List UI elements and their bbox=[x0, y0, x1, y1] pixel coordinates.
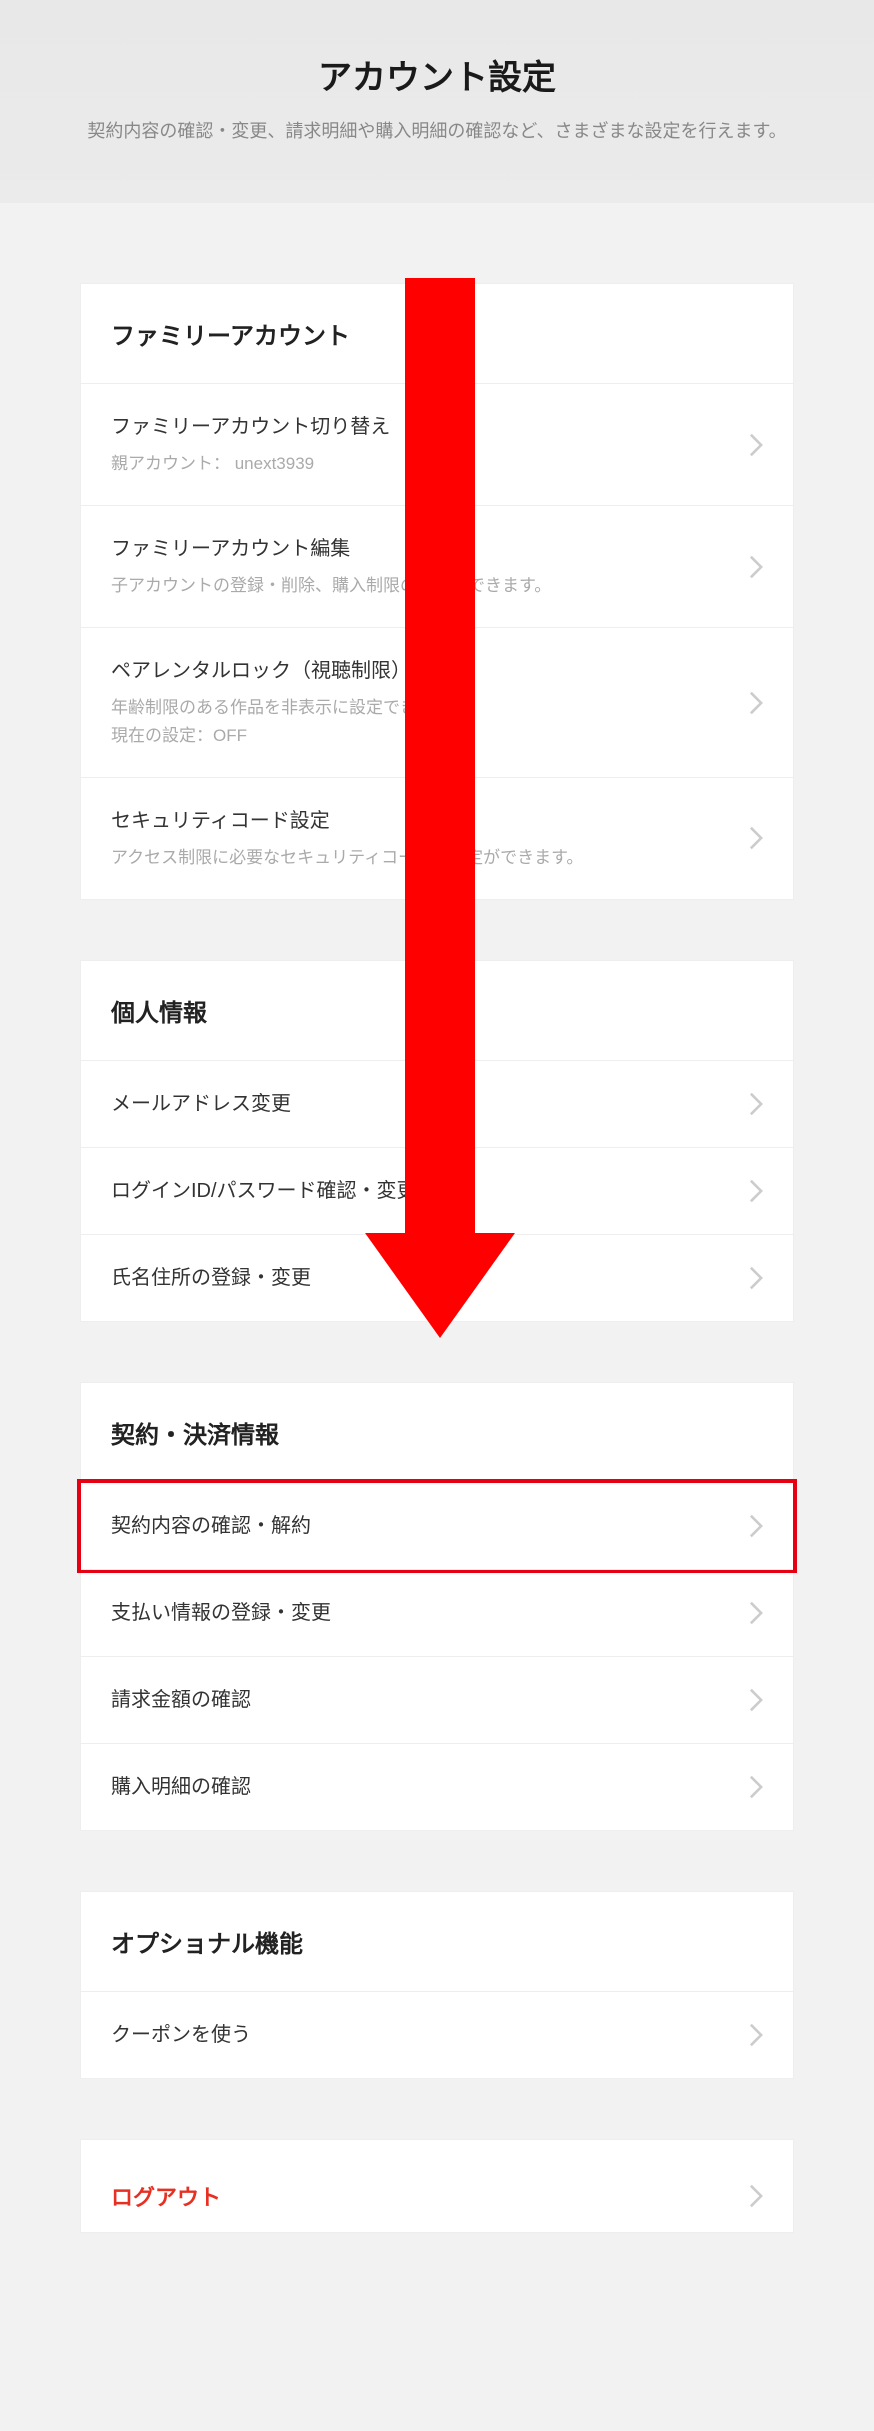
section-personal-info: 個人情報 メールアドレス変更 ログインID/パスワード確認・変更 氏名住所の登録… bbox=[80, 960, 794, 1322]
item-title: クーポンを使う bbox=[111, 2020, 729, 2050]
item-contract-confirm-cancel[interactable]: 契約内容の確認・解約 bbox=[81, 1483, 793, 1569]
item-title: ファミリーアカウント切り替え bbox=[111, 412, 729, 442]
item-title: メールアドレス変更 bbox=[111, 1089, 729, 1119]
section-title-optional: オプショナル機能 bbox=[81, 1892, 793, 1992]
item-title: 購入明細の確認 bbox=[111, 1772, 729, 1802]
chevron-right-icon bbox=[749, 2184, 763, 2208]
item-title: ペアレンタルロック（視聴制限） bbox=[111, 656, 729, 686]
item-title: ログインID/パスワード確認・変更 bbox=[111, 1176, 729, 1206]
content-area: ファミリーアカウント ファミリーアカウント切り替え 親アカウント： unext3… bbox=[0, 203, 874, 2293]
item-payment-info[interactable]: 支払い情報の登録・変更 bbox=[81, 1569, 793, 1657]
chevron-right-icon bbox=[749, 1179, 763, 1203]
chevron-right-icon bbox=[749, 2023, 763, 2047]
item-title: 支払い情報の登録・変更 bbox=[111, 1598, 729, 1628]
chevron-right-icon bbox=[749, 1601, 763, 1625]
item-login-id[interactable]: ログインID/パスワード確認・変更 bbox=[81, 1148, 793, 1235]
logout-label: ログアウト bbox=[111, 2180, 221, 2212]
item-use-coupon[interactable]: クーポンを使う bbox=[81, 1992, 793, 2078]
section-logout: ログアウト bbox=[80, 2139, 794, 2233]
section-title-contract: 契約・決済情報 bbox=[81, 1383, 793, 1483]
item-email-change[interactable]: メールアドレス変更 bbox=[81, 1061, 793, 1148]
chevron-right-icon bbox=[749, 555, 763, 579]
section-title-family: ファミリーアカウント bbox=[81, 284, 793, 384]
chevron-right-icon bbox=[749, 1092, 763, 1116]
item-sub: 親アカウント： unext3939 bbox=[111, 450, 729, 477]
chevron-right-icon bbox=[749, 433, 763, 457]
page-subtitle: 契約内容の確認・変更、請求明細や購入明細の確認など、さまざまな設定を行えます。 bbox=[20, 117, 854, 143]
item-purchase-details[interactable]: 購入明細の確認 bbox=[81, 1744, 793, 1830]
item-family-switch[interactable]: ファミリーアカウント切り替え 親アカウント： unext3939 bbox=[81, 384, 793, 506]
chevron-right-icon bbox=[749, 1266, 763, 1290]
page-title: アカウント設定 bbox=[20, 50, 854, 99]
item-title: 契約内容の確認・解約 bbox=[111, 1511, 729, 1541]
section-family-account: ファミリーアカウント ファミリーアカウント切り替え 親アカウント： unext3… bbox=[80, 283, 794, 900]
page-header: アカウント設定 契約内容の確認・変更、請求明細や購入明細の確認など、さまざまな設… bbox=[0, 0, 874, 203]
item-title: ファミリーアカウント編集 bbox=[111, 534, 729, 564]
item-security-code[interactable]: セキュリティコード設定 アクセス制限に必要なセキュリティコードの設定ができます。 bbox=[81, 778, 793, 899]
item-title: 氏名住所の登録・変更 bbox=[111, 1263, 729, 1293]
item-billing-amount[interactable]: 請求金額の確認 bbox=[81, 1657, 793, 1744]
item-sub: アクセス制限に必要なセキュリティコードの設定ができます。 bbox=[111, 844, 729, 871]
chevron-right-icon bbox=[749, 691, 763, 715]
section-title-personal: 個人情報 bbox=[81, 961, 793, 1061]
highlight-annotation: 契約内容の確認・解約 bbox=[77, 1479, 797, 1573]
item-parental-lock[interactable]: ペアレンタルロック（視聴制限） 年齢制限のある作品を非表示に設定できます。 現在… bbox=[81, 628, 793, 777]
section-optional: オプショナル機能 クーポンを使う bbox=[80, 1891, 794, 2079]
item-sub: 年齢制限のある作品を非表示に設定できます。 現在の設定：OFF bbox=[111, 694, 729, 748]
item-name-address[interactable]: 氏名住所の登録・変更 bbox=[81, 1235, 793, 1321]
item-title: セキュリティコード設定 bbox=[111, 806, 729, 836]
section-contract-payment: 契約・決済情報 契約内容の確認・解約 支払い情報の登録・変更 請求金額の確認 bbox=[80, 1382, 794, 1831]
chevron-right-icon bbox=[749, 1688, 763, 1712]
chevron-right-icon bbox=[749, 1775, 763, 1799]
item-family-edit[interactable]: ファミリーアカウント編集 子アカウントの登録・削除、購入制限の設定ができます。 bbox=[81, 506, 793, 628]
item-sub: 子アカウントの登録・削除、購入制限の設定ができます。 bbox=[111, 572, 729, 599]
chevron-right-icon bbox=[749, 1514, 763, 1538]
item-logout[interactable]: ログアウト bbox=[81, 2140, 793, 2232]
item-title: 請求金額の確認 bbox=[111, 1685, 729, 1715]
chevron-right-icon bbox=[749, 826, 763, 850]
